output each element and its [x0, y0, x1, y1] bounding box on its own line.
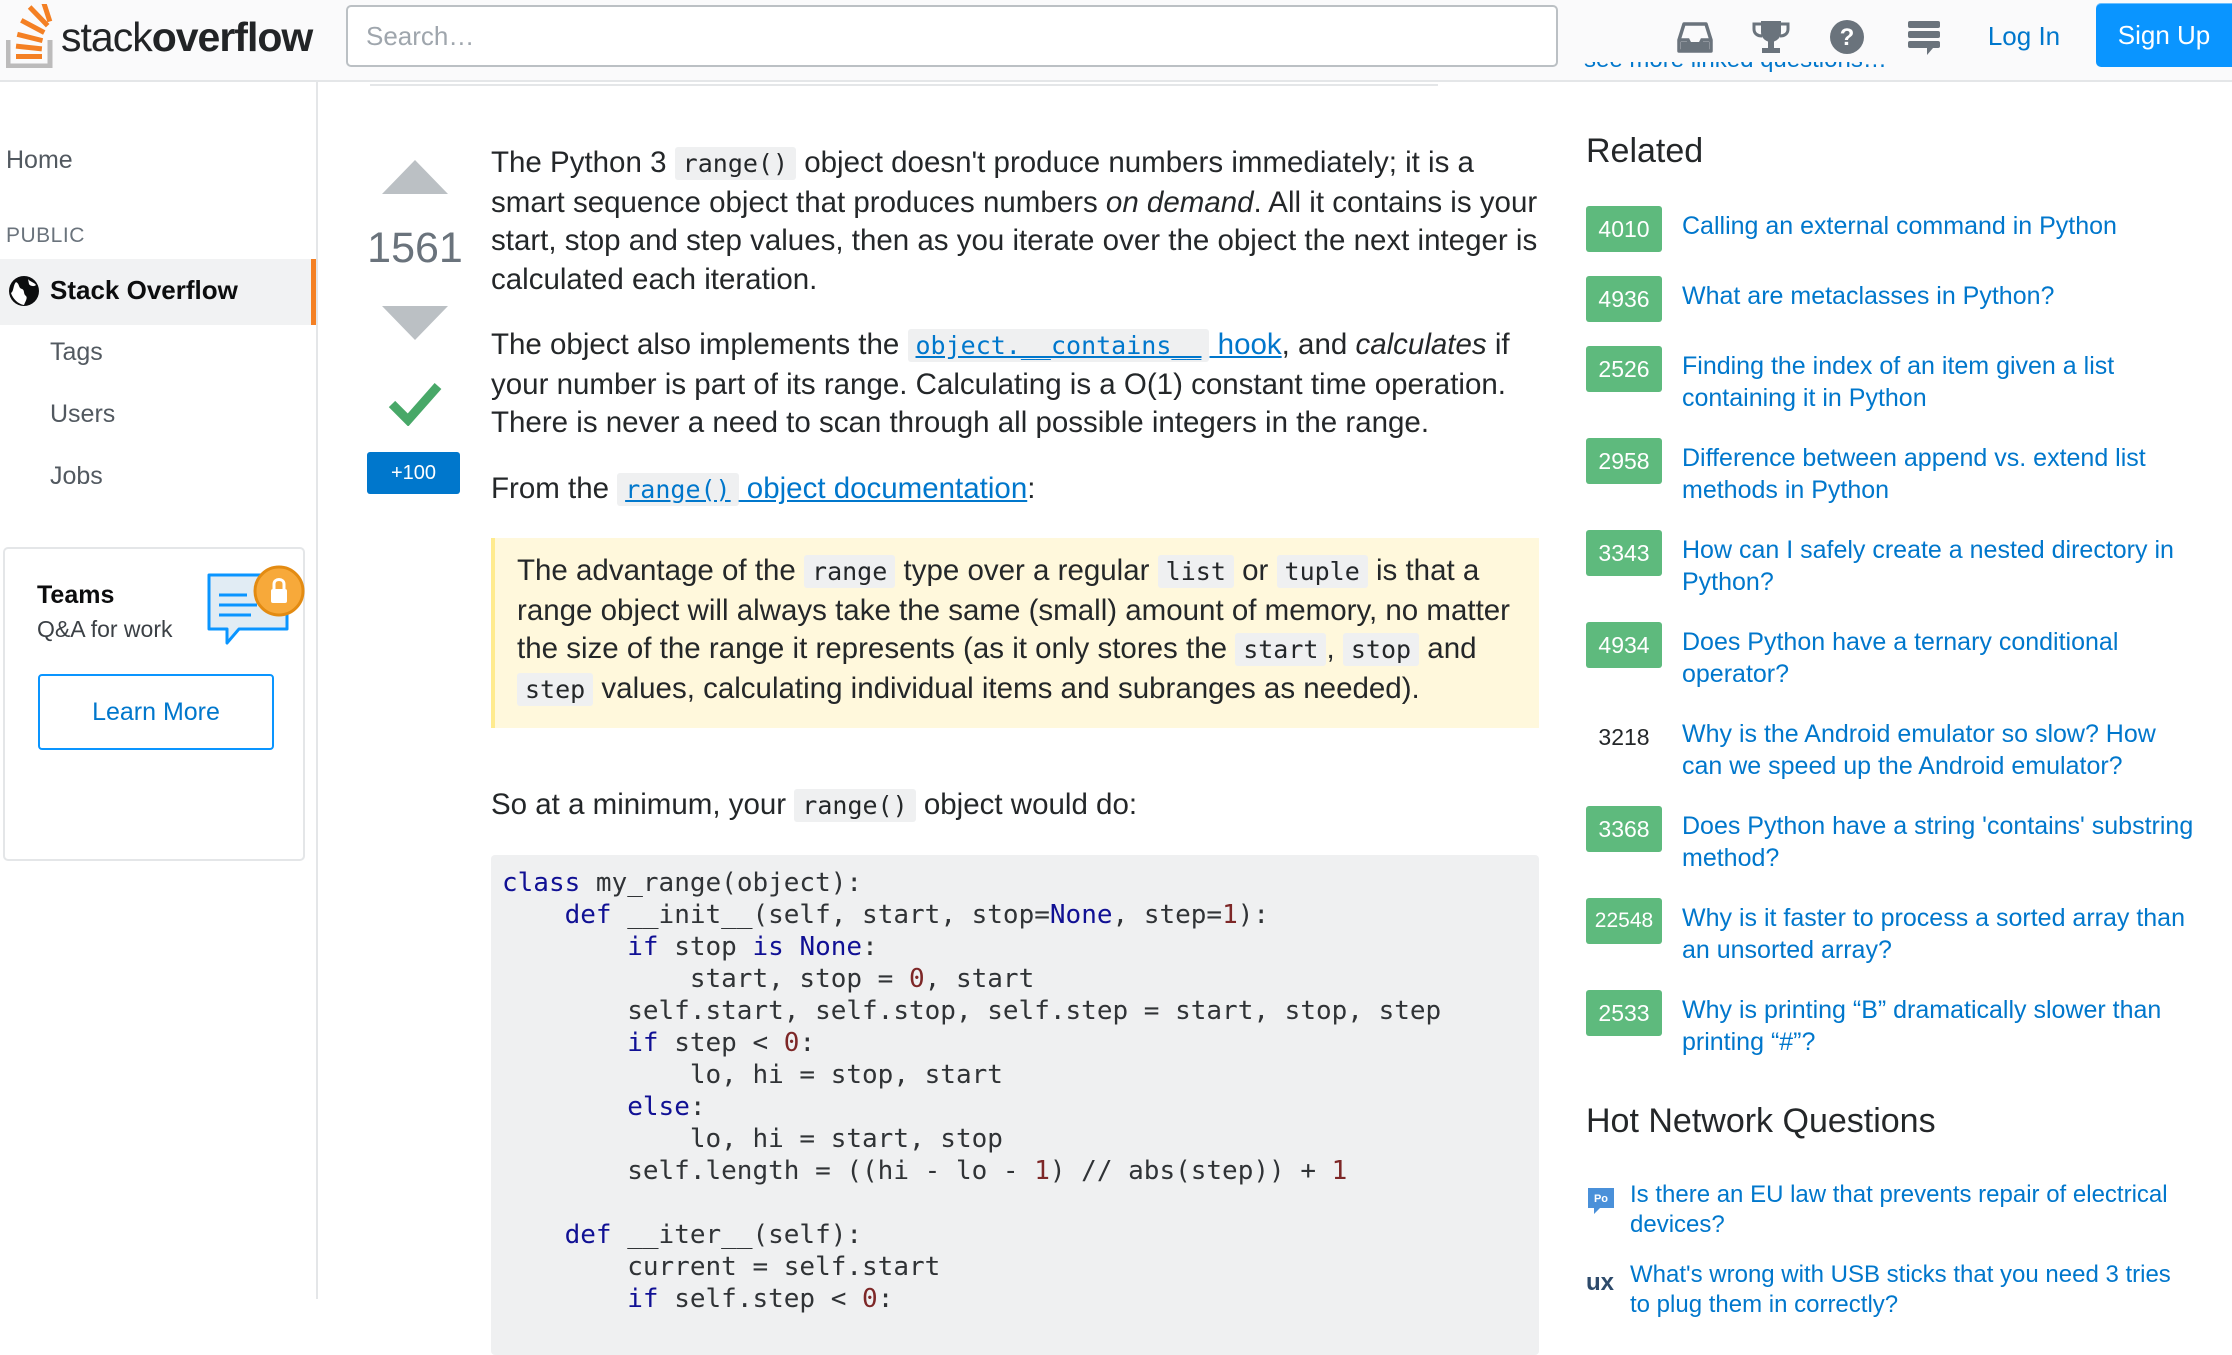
blockquote: The advantage of the range type over a r… [491, 538, 1539, 728]
code-line: if stop is None: [627, 932, 878, 962]
contains-hook-link[interactable]: object.__contains__ hook [907, 328, 1282, 362]
trophy-icon[interactable] [1750, 16, 1792, 58]
globe-icon [9, 276, 39, 306]
related-score-badge: 3343 [1586, 530, 1662, 576]
stack-logo-icon [6, 4, 53, 68]
nav-users[interactable]: Users [50, 400, 115, 429]
related-score-badge: 22548 [1586, 898, 1662, 944]
related-score-badge: 4010 [1586, 206, 1662, 252]
left-sidebar: Home PUBLIC Stack Overflow Tags Users Jo… [0, 82, 318, 1299]
learn-more-button[interactable]: Learn More [38, 674, 274, 750]
related-question-link[interactable]: What are metaclasses in Python? [1682, 280, 2202, 312]
svg-text:?: ? [1840, 24, 1855, 51]
code-block: class my_range(object): def __init__(sel… [491, 855, 1539, 1355]
nav-jobs[interactable]: Jobs [50, 462, 103, 491]
stackoverflow-logo[interactable]: stackoverflow [6, 4, 316, 70]
nav-stack-overflow[interactable]: Stack Overflow [0, 259, 316, 325]
teams-promo: Teams Q&A for work Learn More [3, 547, 305, 861]
nav-section-public: PUBLIC [6, 224, 85, 247]
code-line: if step < 0: [627, 1028, 816, 1058]
related-score-badge: 2526 [1586, 346, 1662, 392]
teams-subtitle: Q&A for work [37, 616, 173, 642]
related-question-link[interactable]: Why is printing “B” dramatically slower … [1682, 994, 2202, 1058]
code-line: class my_range(object): [502, 868, 863, 898]
related-heading: Related [1586, 132, 1704, 170]
inbox-icon[interactable] [1674, 16, 1716, 58]
code-line: else: [627, 1092, 706, 1122]
search-input[interactable] [346, 5, 1558, 67]
answer-paragraph: The object also implements the object.__… [491, 328, 1510, 439]
code-line: lo, hi = stop, start [502, 1060, 1003, 1090]
answer-paragraph: So at a minimum, your range() object wou… [491, 788, 1138, 822]
related-score-badge: 4934 [1586, 622, 1662, 668]
see-more-linked-link[interactable]: see more linked questions… [1584, 62, 1887, 90]
related-question-link[interactable]: Does Python have a string 'contains' sub… [1682, 810, 2202, 874]
code-line: def __iter__(self): [564, 1220, 863, 1250]
related-score-badge: 2533 [1586, 990, 1662, 1036]
code-line: current = self.start [502, 1252, 941, 1282]
code-line: if self.step < 0: [627, 1284, 894, 1314]
help-icon[interactable]: ? [1826, 16, 1868, 58]
teams-title: Teams [37, 581, 115, 609]
related-question-link[interactable]: Finding the index of an item given a lis… [1682, 350, 2202, 414]
vote-count: 1561 [367, 224, 463, 272]
hot-network-heading: Hot Network Questions [1586, 1102, 1936, 1140]
related-question-link[interactable]: Why is the Android emulator so slow? How… [1682, 718, 2202, 782]
question-divider [370, 84, 1438, 86]
logo-text: stackoverflow [61, 14, 313, 60]
top-bar: stackoverflow ? Log In Sign Up [0, 0, 2232, 82]
teams-chat-lock-icon [207, 565, 305, 645]
code-line: self.length = ((hi - lo - 1) // abs(step… [502, 1156, 1348, 1186]
nav-home[interactable]: Home [6, 146, 73, 175]
hot-question-link[interactable]: What's wrong with USB sticks that you ne… [1630, 1260, 2190, 1320]
code-line: ​ [502, 1187, 1539, 1219]
upvote-arrow-icon[interactable] [382, 160, 448, 196]
accepted-checkmark-icon [388, 383, 442, 426]
related-question-link[interactable]: How can I safely create a nested directo… [1682, 534, 2202, 598]
related-score-badge: 4936 [1586, 276, 1662, 322]
inline-code: range() [674, 147, 797, 180]
login-button[interactable]: Log In [1972, 10, 2076, 62]
politics-site-icon: Po [1588, 1188, 1614, 1214]
answer-paragraph: From the range() object documentation: [491, 472, 1036, 506]
range-documentation-link[interactable]: range() object documentation [617, 472, 1027, 506]
related-question-link[interactable]: Calling an external command in Python [1682, 210, 2202, 242]
related-question-link[interactable]: Why is it faster to process a sorted arr… [1682, 902, 2202, 966]
bounty-badge: +100 [367, 452, 460, 494]
nav-stack-overflow-label: Stack Overflow [50, 275, 238, 305]
downvote-arrow-icon[interactable] [382, 304, 448, 340]
code-line: self.start, self.stop, self.step = start… [502, 996, 1442, 1026]
inline-code: range() [794, 789, 916, 822]
related-question-link[interactable]: Difference between append vs. extend lis… [1682, 442, 2202, 506]
nav-tags[interactable]: Tags [50, 338, 103, 367]
related-score-badge: 3368 [1586, 806, 1662, 852]
svg-text:ux: ux [1586, 1269, 1615, 1296]
svg-text:Po: Po [1594, 1193, 1608, 1205]
related-score-badge: 3218 [1586, 714, 1662, 760]
site-switcher-icon[interactable] [1903, 16, 1945, 58]
code-line: start, stop = 0, start [502, 964, 1035, 994]
signup-button[interactable]: Sign Up [2096, 3, 2232, 67]
ux-site-icon: ux [1586, 1269, 1615, 1296]
related-score-badge: 2958 [1586, 438, 1662, 484]
code-line: lo, hi = start, stop [502, 1124, 1003, 1154]
hot-question-link[interactable]: Is there an EU law that prevents repair … [1630, 1180, 2190, 1240]
code-line: def __init__(self, start, stop=None, ste… [564, 900, 1270, 930]
answer-paragraph: The Python 3 range() object doesn't prod… [491, 146, 1538, 296]
related-question-link[interactable]: Does Python have a ternary conditional o… [1682, 626, 2202, 690]
